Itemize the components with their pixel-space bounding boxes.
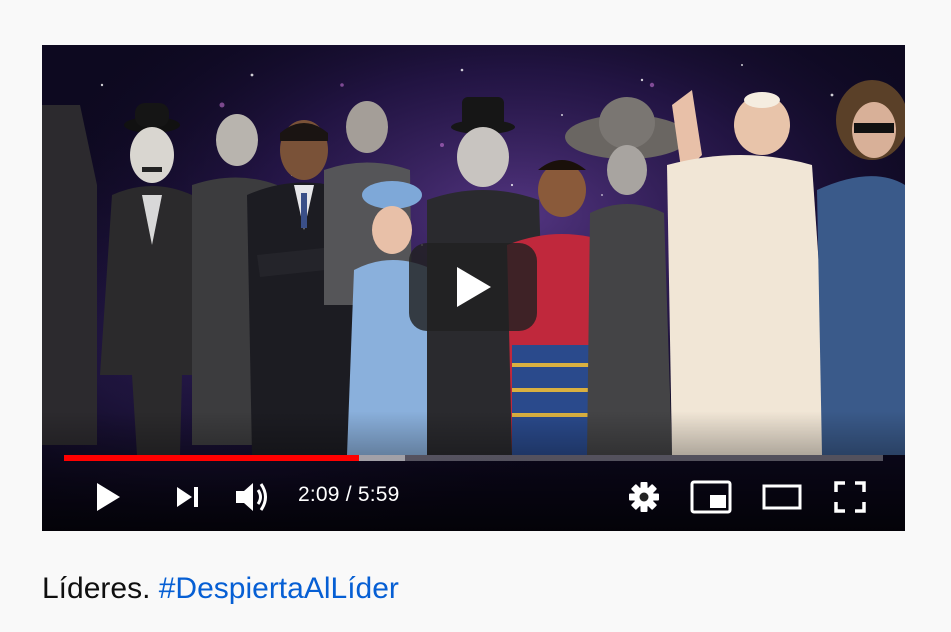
play-button[interactable] (86, 473, 130, 521)
gear-icon (629, 482, 659, 512)
current-time: 2:09 (298, 483, 340, 506)
mute-button[interactable] (230, 473, 274, 521)
video-caption: Líderes. #DespiertaAlLíder (42, 572, 399, 606)
video-player[interactable]: 2:09 / 5:59 (42, 45, 905, 531)
fullscreen-icon (834, 481, 866, 513)
theater-mode-icon (762, 484, 802, 510)
play-icon (97, 483, 120, 511)
progress-played (64, 455, 359, 461)
time-separator: / (345, 483, 352, 506)
duration: 5:59 (357, 483, 400, 506)
caption-text: Líderes. (42, 572, 151, 605)
next-button[interactable] (166, 473, 210, 521)
theater-mode-button[interactable] (758, 473, 806, 521)
progress-bar[interactable] (64, 455, 883, 461)
volume-icon (236, 483, 267, 511)
miniplayer-button[interactable] (687, 473, 735, 521)
time-display: 2:09 / 5:59 (298, 483, 400, 507)
next-icon (177, 487, 198, 507)
play-icon (457, 267, 491, 307)
miniplayer-icon (690, 480, 732, 514)
hashtag-link[interactable]: #DespiertaAlLíder (159, 572, 399, 605)
large-play-button[interactable] (409, 243, 537, 331)
settings-button[interactable] (622, 473, 666, 521)
fullscreen-button[interactable] (828, 473, 872, 521)
